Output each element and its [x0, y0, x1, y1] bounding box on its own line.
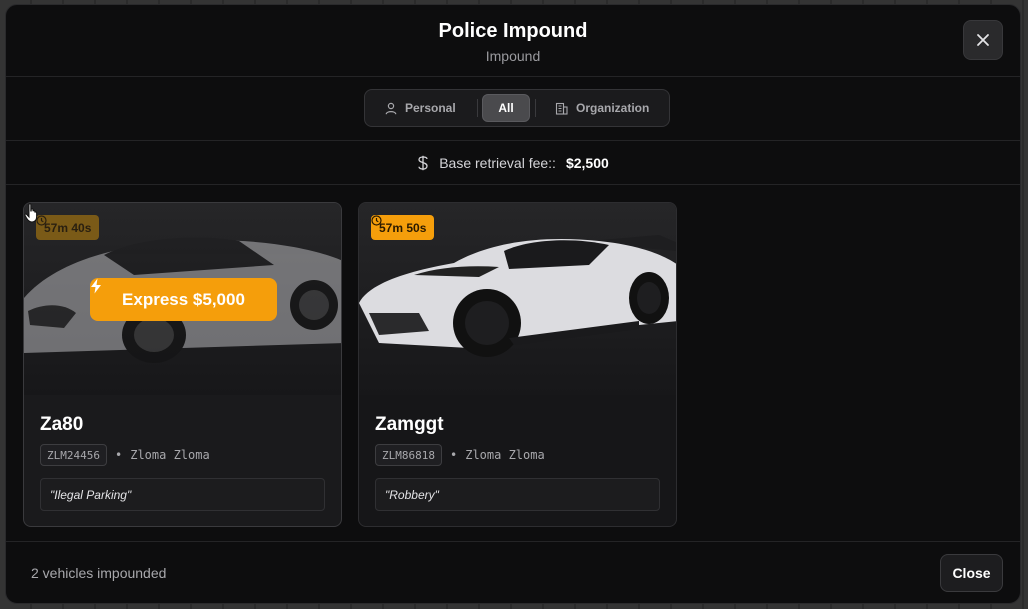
- lightning-icon: [91, 278, 101, 294]
- tab-organization[interactable]: Organization: [555, 94, 649, 122]
- modal-footer: 2 vehicles impounded Close: [6, 541, 1020, 603]
- fee-label: Base retrieval fee::: [439, 154, 556, 171]
- dollar-icon: [418, 155, 428, 170]
- modal-title: Police Impound: [438, 20, 588, 42]
- tab-personal[interactable]: Personal: [385, 94, 456, 122]
- plate-badge: ZLM24456: [40, 444, 107, 466]
- timer-text: 57m 50s: [379, 220, 427, 235]
- impound-reason: "Robbery": [375, 478, 660, 511]
- owner-name: Zloma Zloma: [465, 448, 545, 462]
- express-retrieve-button[interactable]: Express $5,000: [90, 278, 277, 321]
- vehicle-meta: ZLM24456 • Zloma Zloma: [40, 444, 210, 466]
- close-button[interactable]: Close: [940, 554, 1003, 592]
- vehicle-meta: ZLM86818 • Zloma Zloma: [375, 444, 545, 466]
- close-x-button[interactable]: [963, 20, 1003, 60]
- fee-row: Base retrieval fee:: $2,500: [6, 141, 1020, 185]
- filter-row: Personal All Organization: [6, 77, 1020, 141]
- vehicle-image: 57m 50s: [359, 203, 676, 395]
- impound-reason: "Ilegal Parking": [40, 478, 325, 511]
- impound-modal: Police Impound Impound Personal All Orga…: [5, 4, 1021, 604]
- owner-name: Zloma Zloma: [130, 448, 210, 462]
- modal-subtitle: Impound: [485, 48, 541, 64]
- tab-all[interactable]: All: [482, 94, 530, 122]
- modal-header: Police Impound Impound: [6, 5, 1020, 77]
- tab-divider: [477, 99, 478, 117]
- building-icon: [555, 102, 568, 115]
- meta-separator: •: [114, 448, 123, 462]
- hand-pointer-icon: [24, 203, 38, 223]
- user-icon: [385, 102, 397, 114]
- vehicle-name: Za80: [40, 414, 84, 435]
- tab-personal-label: Personal: [405, 101, 456, 115]
- vehicle-card[interactable]: 57m 40s Express $5,000 Za80 ZLM24456 • Z…: [23, 202, 342, 527]
- impound-timer: 57m 50s: [371, 215, 435, 240]
- impound-timer: 57m 40s: [36, 215, 100, 240]
- tab-all-label: All: [498, 101, 514, 115]
- clock-icon: [371, 215, 382, 226]
- express-label: Express $5,000: [122, 289, 245, 309]
- fee-value: $2,500: [565, 154, 609, 171]
- tab-organization-label: Organization: [576, 101, 650, 115]
- close-icon: [977, 34, 989, 46]
- vehicle-name: Zamggt: [375, 414, 444, 435]
- vehicle-count: 2 vehicles impounded: [31, 565, 167, 581]
- plate-badge: ZLM86818: [375, 444, 442, 466]
- tab-divider: [535, 99, 536, 117]
- filter-tabs: Personal All Organization: [364, 89, 670, 127]
- vehicle-image: 57m 40s Express $5,000: [24, 203, 341, 395]
- meta-separator: •: [449, 448, 458, 462]
- vehicle-card[interactable]: 57m 50s Zamggt ZLM86818 • Zloma Zloma "R…: [358, 202, 677, 527]
- timer-text: 57m 40s: [44, 220, 92, 235]
